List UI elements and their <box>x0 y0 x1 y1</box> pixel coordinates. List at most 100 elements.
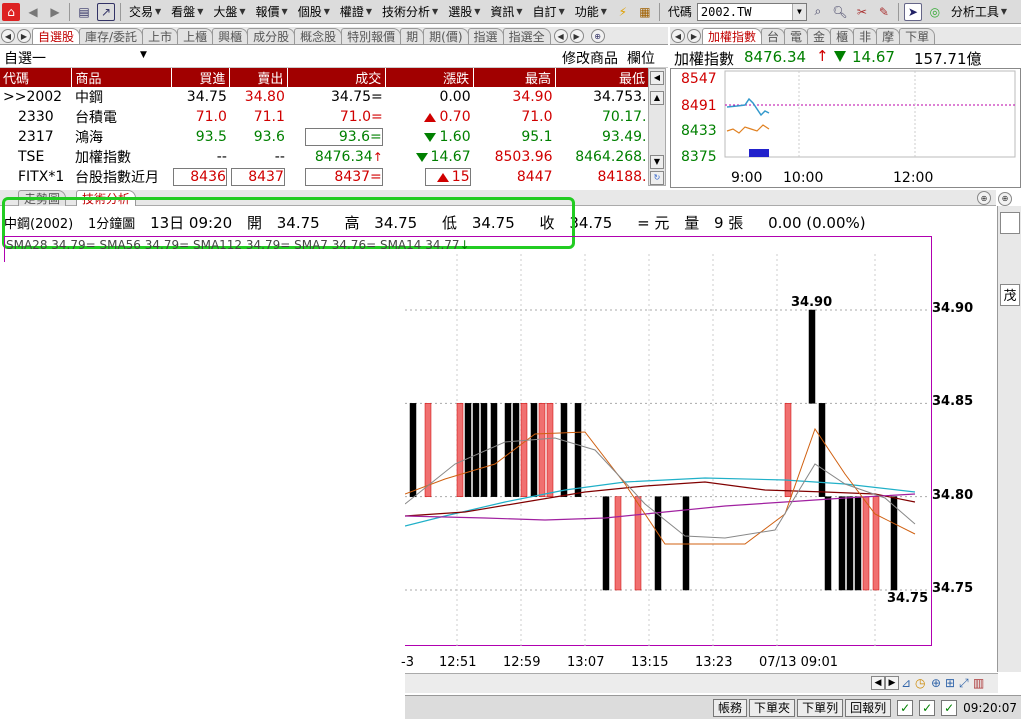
tab-order[interactable]: 下單 <box>899 28 936 44</box>
notepad-icon[interactable]: ▦ <box>636 3 654 21</box>
zoom-icon[interactable]: ⊕ <box>998 191 1012 206</box>
refresh-icon[interactable]: ↻ <box>650 171 664 185</box>
table-row[interactable]: 2317 鴻海 93.5 93.6 93.6= 1.60 95.1 93.49. <box>0 127 650 147</box>
col-high[interactable]: 最高 <box>473 68 557 87</box>
tab-listed[interactable]: 上市 <box>142 28 179 44</box>
tab-electronics[interactable]: 電 <box>784 28 809 44</box>
tab-concept[interactable]: 概念股 <box>294 28 343 44</box>
cell-high: 8503.96 <box>494 149 553 165</box>
analysis-tools-icon[interactable]: ◎ <box>926 3 944 21</box>
col-bid[interactable]: 買進 <box>171 68 231 87</box>
col-code[interactable]: 代碼 <box>0 68 73 87</box>
tab-scroll-left-icon[interactable]: ◀ <box>671 29 685 43</box>
side-tab-label[interactable]: 茂 <box>1000 284 1020 306</box>
bar-chart-icon[interactable]: ▥ <box>973 676 984 690</box>
chevron-right-icon[interactable]: ▶ <box>885 676 899 690</box>
table-row[interactable]: >>2002 中鋼 34.75 34.80 34.75= 0.00 34.90 … <box>0 87 650 107</box>
tab-futures[interactable]: 期 <box>400 28 425 44</box>
menu-item-warrant[interactable]: 權證 ▼ <box>335 1 377 23</box>
scroll-up-icon[interactable]: ▲ <box>650 91 664 105</box>
menu-item-function[interactable]: 功能 ▼ <box>570 1 612 23</box>
checkbox-3[interactable]: ✓ <box>941 699 958 716</box>
menu-item-screener[interactable]: 選股 ▼ <box>443 1 485 23</box>
tab-otc[interactable]: 上櫃 <box>177 28 214 44</box>
tab-scroll-left-icon[interactable]: ◀ <box>1 29 15 43</box>
menu-item-analysis-tools[interactable]: 分析工具 ▼ <box>946 1 1012 23</box>
chevron-left-icon[interactable]: ◀ <box>871 676 885 690</box>
black-candle <box>654 496 662 591</box>
modify-items-button[interactable]: 修改商品 <box>562 48 618 68</box>
table-row[interactable]: FITX*1 台股指數近月 8436 8437 8437= 15 8447 84… <box>0 167 650 187</box>
back-icon[interactable]: ◀ <box>24 3 42 21</box>
tab-non[interactable]: 非 <box>853 28 878 44</box>
tab-components[interactable]: 成分股 <box>247 28 296 44</box>
columns-button[interactable]: 欄位 <box>627 48 655 68</box>
tag-icon[interactable]: ✎ <box>875 3 893 21</box>
order-folder-button[interactable]: 下單夾 <box>749 698 796 717</box>
account-button[interactable]: 帳務 <box>713 698 748 717</box>
menu-item-market[interactable]: 大盤 ▼ <box>208 1 250 23</box>
grid-icon[interactable]: ⊞ <box>945 676 955 690</box>
home-icon[interactable]: ⌂ <box>2 2 20 21</box>
chevron-down-icon[interactable]: ▼ <box>791 3 806 20</box>
clock-icon[interactable]: ◷ <box>915 676 925 690</box>
zoom-icon[interactable]: ⊕ <box>977 191 991 205</box>
tab-index-options-all[interactable]: 指選全 <box>502 28 551 44</box>
watchlist-select[interactable]: 自選一 <box>4 48 46 68</box>
side-tab[interactable] <box>1000 212 1020 234</box>
tab-tw[interactable]: 台 <box>761 28 786 44</box>
scroll-left-icon[interactable]: ◀ <box>650 71 664 85</box>
table-row[interactable]: TSE 加權指數 -- -- 8476.34↑ 14.67 8503.96 84… <box>0 147 650 167</box>
expand-icon[interactable]: ⤢ <box>959 676 969 691</box>
tools-icon[interactable]: ✂ <box>853 3 871 21</box>
tab-finance[interactable]: 金 <box>807 28 832 44</box>
tab-inventory[interactable]: 庫存/委託 <box>79 28 144 44</box>
menu-item-trade[interactable]: 交易 ▼ <box>124 1 166 23</box>
search-list-icon[interactable]: ⌕ <box>809 3 827 21</box>
menu-item-quote[interactable]: 報價 ▼ <box>251 1 293 23</box>
report-bar-button[interactable]: 回報列 <box>845 698 892 717</box>
tab-technical[interactable]: 技術分析 <box>76 190 137 206</box>
order-bar-button[interactable]: 下單列 <box>797 698 844 717</box>
col-change[interactable]: 漲跌 <box>385 68 475 87</box>
menu-item-stock[interactable]: 個股 ▼ <box>293 1 335 23</box>
tab-scroll-right-icon[interactable]: ▶ <box>687 29 701 43</box>
red-candle <box>784 403 792 497</box>
tab-taiex[interactable]: 加權指數 <box>702 28 763 44</box>
chevron-down-icon[interactable]: ▼ <box>140 50 147 60</box>
tab-special-quote[interactable]: 特別報價 <box>341 28 402 44</box>
menu-item-custom[interactable]: 自訂 ▼ <box>528 1 570 23</box>
checkbox-2[interactable]: ✓ <box>919 699 936 716</box>
tab-otc-index[interactable]: 櫃 <box>830 28 855 44</box>
tab-scroll-left-icon[interactable]: ◀ <box>553 29 568 43</box>
col-ask[interactable]: 賣出 <box>229 68 289 87</box>
print-icon[interactable]: ▤ <box>75 3 93 21</box>
col-name[interactable]: 商品 <box>71 68 173 87</box>
col-last[interactable]: 成交 <box>287 68 387 87</box>
tab-index-options[interactable]: 指選 <box>467 28 504 44</box>
quote-scrollbar[interactable]: ◀ ▲ ▼ ↻ <box>648 68 666 186</box>
popup-icon[interactable]: ↗ <box>97 2 115 21</box>
cursor-icon[interactable]: ➤ <box>903 2 922 21</box>
tab-msci[interactable]: 摩 <box>876 28 901 44</box>
col-low[interactable]: 最低 <box>555 68 650 87</box>
menu-item-technical[interactable]: 技術分析 ▼ <box>377 1 443 23</box>
stock-code-input[interactable]: 2002.TW ▼ <box>696 2 807 21</box>
tab-scroll-right-icon[interactable]: ▶ <box>17 29 31 43</box>
tab-scroll-right-icon[interactable]: ▶ <box>569 29 584 43</box>
forward-icon[interactable]: ▶ <box>46 3 64 21</box>
menu-item-info[interactable]: 資訊 ▼ <box>485 1 527 23</box>
lightning-icon[interactable]: ⚡ <box>614 3 632 21</box>
chart-type-icon[interactable]: ⊿ <box>901 676 911 690</box>
zoom-in-icon[interactable]: ⊕ <box>931 676 941 690</box>
menu-item-view[interactable]: 看盤 ▼ <box>166 1 208 23</box>
tab-emerging[interactable]: 興櫃 <box>212 28 249 44</box>
tab-futures-price[interactable]: 期(價) <box>423 28 469 44</box>
zoom-icon[interactable]: ⊕ <box>590 29 605 43</box>
checkbox-1[interactable]: ✓ <box>897 699 914 716</box>
tab-watchlist[interactable]: 自選股 <box>32 28 81 44</box>
scroll-down-icon[interactable]: ▼ <box>650 155 664 169</box>
table-row[interactable]: 2330 台積電 71.0 71.1 71.0= 0.70 71.0 70.17… <box>0 107 650 127</box>
search-icon[interactable]: 🔍︎ <box>831 3 849 21</box>
tab-trend[interactable]: 走勢圖 <box>18 190 67 206</box>
